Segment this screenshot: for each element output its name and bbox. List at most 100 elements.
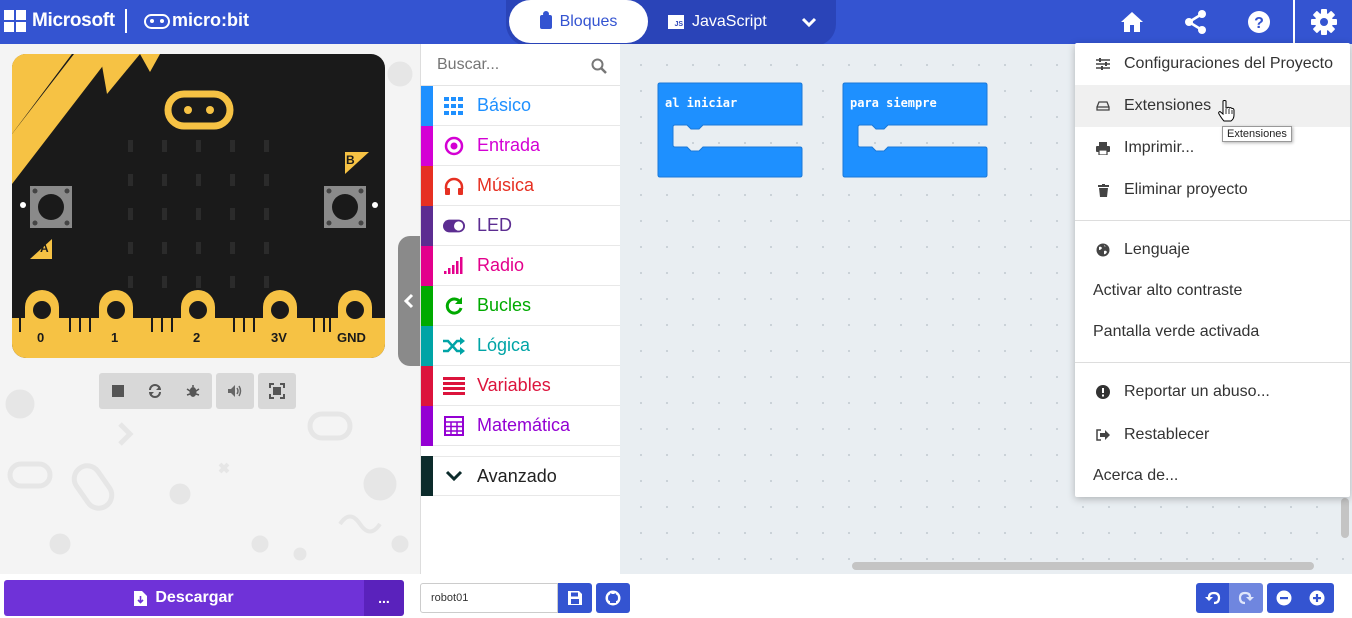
- github-icon: [605, 590, 621, 606]
- settings-menu: Configuraciones del Proyecto Extensiones…: [1075, 43, 1350, 497]
- download-file-icon: [134, 590, 148, 606]
- top-header: Microsoft micro:bit Bloques JS JavaScrip…: [0, 0, 1352, 46]
- category-logica[interactable]: Lógica: [421, 325, 621, 366]
- microbit-brand[interactable]: micro:bit: [172, 10, 249, 31]
- category-label: Básico: [477, 95, 532, 115]
- collapse-simulator-button[interactable]: [398, 236, 420, 366]
- simulator-extra-controls: [216, 373, 296, 409]
- zoom-out-button[interactable]: [1267, 583, 1301, 613]
- chevron-down-icon: [443, 465, 465, 487]
- download-more-button[interactable]: ...: [364, 580, 404, 616]
- simulator-panel: A B 0 1 2 3V GND: [0, 44, 420, 574]
- refresh-icon: [443, 295, 465, 317]
- js-icon: JS: [668, 14, 684, 29]
- undo-button[interactable]: [1196, 583, 1230, 613]
- category-musica[interactable]: Música: [421, 165, 621, 206]
- menu-item-label: Restablecer: [1124, 426, 1210, 443]
- download-button[interactable]: Descargar: [4, 580, 364, 616]
- category-label: Bucles: [477, 295, 532, 315]
- chevron-down-icon[interactable]: [799, 12, 819, 32]
- undo-icon: [1205, 591, 1221, 605]
- category-color-bar: [421, 85, 433, 126]
- category-color-bar: [421, 285, 433, 326]
- menu-item-label: Extensiones: [1124, 97, 1212, 114]
- menu-item-label: Activar alto contraste: [1093, 282, 1243, 299]
- zoom-in-icon: [1309, 590, 1325, 606]
- search-icon[interactable]: [591, 58, 607, 74]
- search-input[interactable]: [437, 56, 587, 74]
- menu-item-green-screen[interactable]: Pantalla verde activada: [1075, 311, 1350, 353]
- menu-item-language[interactable]: Lenguaje: [1075, 229, 1350, 271]
- zoom-in-button[interactable]: [1300, 583, 1334, 613]
- menu-item-reset[interactable]: Restablecer: [1075, 414, 1350, 456]
- help-icon[interactable]: ?: [1246, 9, 1272, 35]
- category-label: Entrada: [477, 135, 541, 155]
- save-icon: [568, 591, 582, 605]
- category-radio[interactable]: Radio: [421, 245, 621, 286]
- category-variables[interactable]: Variables: [421, 365, 621, 406]
- pin-0-label[interactable]: 0: [37, 330, 44, 345]
- forever-block[interactable]: para siempre: [842, 82, 988, 183]
- sign-out-icon: [1095, 427, 1111, 443]
- category-label: Lógica: [477, 335, 531, 355]
- fullscreen-button[interactable]: [258, 373, 296, 409]
- category-basico[interactable]: Básico: [421, 85, 621, 126]
- microbit-logo-icon: [144, 14, 170, 29]
- vertical-scrollbar[interactable]: [1341, 498, 1349, 538]
- menu-item-extensions[interactable]: Extensiones: [1075, 85, 1350, 127]
- horizontal-scrollbar[interactable]: [852, 562, 1314, 570]
- category-color-bar: [421, 245, 433, 286]
- category-color-bar: [421, 325, 433, 366]
- save-button[interactable]: [558, 583, 592, 613]
- on-start-block[interactable]: al iniciar: [657, 82, 803, 183]
- category-matematica[interactable]: Matemática: [421, 405, 621, 446]
- category-led[interactable]: LED: [421, 205, 621, 246]
- github-button[interactable]: [596, 583, 630, 613]
- menu-item-project-settings[interactable]: Configuraciones del Proyecto: [1075, 43, 1350, 85]
- microsoft-brand: Microsoft: [32, 10, 115, 31]
- project-name-input[interactable]: [420, 583, 558, 613]
- stop-icon[interactable]: [109, 382, 127, 400]
- home-icon[interactable]: [1119, 9, 1145, 35]
- zoom-out-icon: [1276, 590, 1292, 606]
- menu-item-high-contrast[interactable]: Activar alto contraste: [1075, 270, 1350, 312]
- share-icon[interactable]: [1183, 9, 1209, 35]
- restart-icon[interactable]: [146, 382, 164, 400]
- editor-mode-switch: Bloques JS JavaScript: [506, 0, 836, 46]
- tooltip: Extensiones: [1222, 126, 1292, 142]
- menu-item-label: Lenguaje: [1124, 241, 1190, 258]
- menu-item-delete-project[interactable]: Eliminar proyecto: [1075, 169, 1350, 211]
- alert-icon: [1095, 384, 1111, 400]
- puzzle-icon: [539, 10, 552, 29]
- fullscreen-icon: [269, 383, 285, 399]
- menu-item-label: Configuraciones del Proyecto: [1124, 55, 1334, 72]
- tab-javascript[interactable]: JS JavaScript: [668, 0, 767, 43]
- menu-item-print[interactable]: Imprimir...: [1075, 127, 1350, 169]
- grid-icon: [443, 95, 465, 117]
- menu-item-about[interactable]: Acerca de...: [1075, 455, 1350, 497]
- sound-button[interactable]: [216, 373, 254, 409]
- download-label: Descargar: [155, 589, 234, 606]
- trash-icon: [1095, 182, 1111, 198]
- redo-button[interactable]: [1229, 583, 1263, 613]
- block-label: al iniciar: [665, 96, 738, 110]
- microbit-board-graphic: [12, 54, 385, 358]
- menu-item-report-abuse[interactable]: Reportar un abuso...: [1075, 371, 1350, 413]
- category-avanzado[interactable]: Avanzado: [421, 456, 621, 496]
- pin-1-label[interactable]: 1: [111, 330, 118, 345]
- category-label: Avanzado: [477, 465, 557, 486]
- settings-button[interactable]: [1293, 0, 1352, 44]
- category-bucles[interactable]: Bucles: [421, 285, 621, 326]
- toggle-icon: [443, 215, 465, 237]
- tab-blocks[interactable]: Bloques: [509, 0, 648, 43]
- pin-2-label[interactable]: 2: [193, 330, 200, 345]
- microbit-board[interactable]: A B 0 1 2 3V GND: [12, 54, 385, 358]
- category-label: Música: [477, 175, 535, 195]
- menu-item-label: Pantalla verde activada: [1093, 323, 1260, 340]
- debug-icon[interactable]: [184, 382, 202, 400]
- lines-icon: [443, 375, 465, 397]
- hand-cursor-icon: [1218, 100, 1235, 122]
- svg-text:?: ?: [1254, 15, 1264, 32]
- toolbox: Básico Entrada Música LED Radio Bucles L…: [420, 44, 621, 574]
- category-entrada[interactable]: Entrada: [421, 125, 621, 166]
